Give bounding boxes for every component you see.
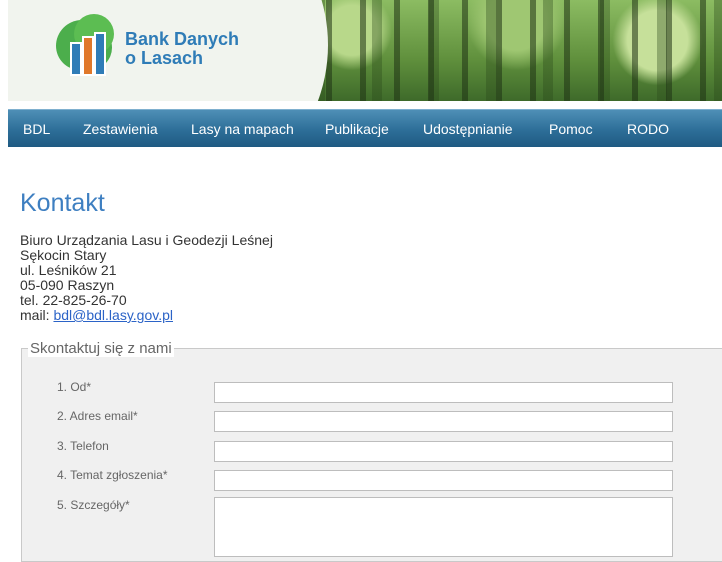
- main-navigation: BDL Zestawienia Lasy na mapach Publikacj…: [8, 109, 722, 147]
- site-header: Bank Danych o Lasach: [8, 0, 722, 101]
- logo-line-1: Bank Danych: [125, 29, 240, 49]
- address-phone: tel. 22-825-26-70: [20, 292, 127, 308]
- page-title: Kontakt: [20, 189, 105, 217]
- from-label: 1. Od*: [57, 380, 92, 394]
- phone-label: 3. Telefon: [57, 439, 109, 453]
- details-textarea[interactable]: [214, 497, 673, 557]
- address-mail: mail: bdl@bdl.lasy.gov.pl: [20, 308, 273, 323]
- nav-item-bdl[interactable]: BDL: [23, 121, 50, 137]
- nav-item-pomoc[interactable]: Pomoc: [549, 121, 593, 137]
- nav-item-rodo[interactable]: RODO: [627, 121, 669, 137]
- nav-item-udostepnianie[interactable]: Udostępnianie: [423, 121, 513, 137]
- address-line-3: ul. Leśników 21: [20, 262, 117, 278]
- email-input[interactable]: [214, 411, 673, 432]
- logo-line-2: o Lasach: [125, 48, 204, 68]
- mail-label: mail:: [20, 307, 54, 323]
- address-line-1: Biuro Urządzania Lasu i Geodezji Leśnej: [20, 232, 273, 248]
- email-link[interactable]: bdl@bdl.lasy.gov.pl: [53, 307, 173, 323]
- logo-text[interactable]: Bank Danych o Lasach: [125, 30, 239, 68]
- phone-input[interactable]: [214, 441, 673, 462]
- from-input[interactable]: [214, 382, 673, 403]
- nav-item-zestawienia[interactable]: Zestawienia: [83, 121, 158, 137]
- subject-label: 4. Temat zgłoszenia*: [57, 468, 168, 482]
- address-line-2: Sękocin Stary: [20, 247, 107, 263]
- nav-item-publikacje[interactable]: Publikacje: [325, 121, 389, 137]
- nav-item-lasy-na-mapach[interactable]: Lasy na mapach: [191, 121, 294, 137]
- details-label: 5. Szczegóły*: [57, 498, 130, 512]
- bdl-logo-icon[interactable]: [56, 14, 126, 84]
- contact-address: Biuro Urządzania Lasu i Geodezji Leśnej …: [20, 233, 273, 323]
- subject-input[interactable]: [214, 470, 673, 491]
- address-line-4: 05-090 Raszyn: [20, 277, 115, 293]
- email-label: 2. Adres email*: [57, 409, 138, 423]
- contact-form-legend: Skontaktuj się z nami: [28, 340, 174, 357]
